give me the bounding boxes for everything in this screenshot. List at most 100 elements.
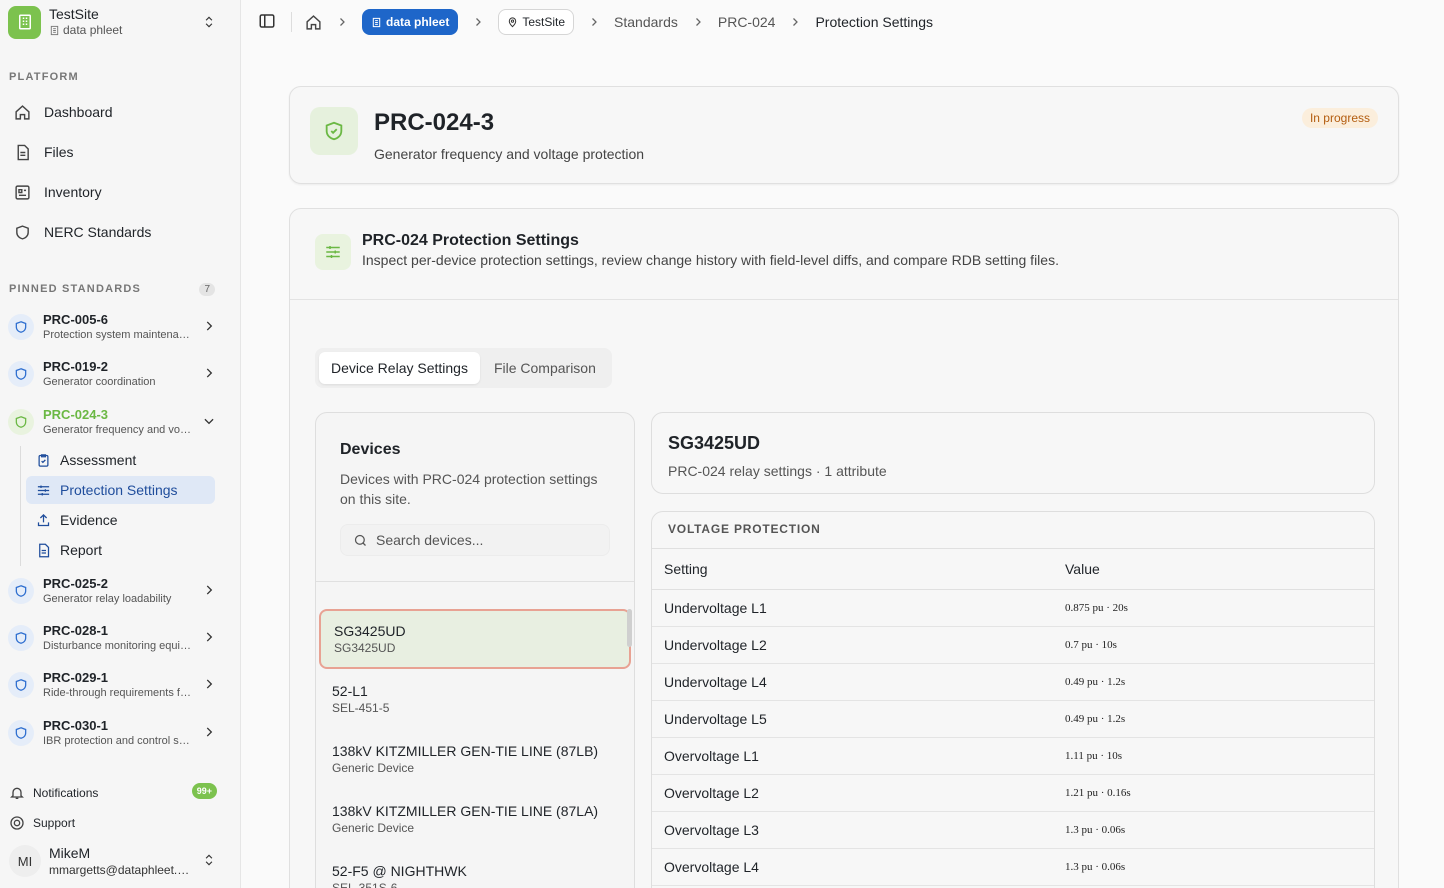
shield-icon (8, 672, 34, 698)
divider (291, 12, 292, 32)
setting-value: 0.875 pu · 20s (1065, 589, 1374, 627)
pinned-code: PRC-019-2 (43, 359, 109, 374)
chevron-right-icon[interactable] (202, 725, 216, 739)
breadcrumb: data phleet TestSite Standards PRC-024 P… (305, 8, 933, 36)
pinned-code: PRC-029-1 (43, 670, 109, 685)
pinned-prc-024-3[interactable]: PRC-024-3 Generator frequency and voltage… (8, 402, 220, 442)
shield-check-icon (8, 409, 34, 435)
sub-nav-protection-settings[interactable]: Protection Settings (26, 476, 215, 504)
table-row: Undervoltage L1 0.875 pu · 20s (652, 589, 1374, 627)
protection-settings-card: PRC-024 Protection Settings Inspect per-… (289, 208, 1399, 888)
chevron-right-icon[interactable] (202, 677, 216, 691)
file-icon (10, 140, 34, 164)
pinned-desc: Ride-through requirements for IBRs (43, 687, 193, 699)
top-bar: data phleet TestSite Standards PRC-024 P… (241, 0, 1444, 44)
breadcrumb-standard[interactable]: PRC-024 (718, 14, 776, 30)
nav-dashboard[interactable]: Dashboard (8, 96, 216, 128)
device-search (340, 524, 610, 556)
sub-nav-label: Assessment (60, 452, 137, 468)
pinned-prc-030-1[interactable]: PRC-030-1 IBR protection and control syst… (8, 713, 220, 753)
pinned-prc-025-2[interactable]: PRC-025-2 Generator relay loadability (8, 571, 220, 611)
table-header-row: Setting Value (652, 548, 1374, 590)
voltage-protection-label: VOLTAGE PROTECTION (668, 522, 821, 536)
device-item[interactable]: 138kV KITZMILLER GEN-TIE LINE (87LB) Gen… (319, 729, 631, 789)
document-icon (34, 541, 52, 559)
device-list-scrollbar[interactable] (627, 609, 632, 647)
shield-icon (10, 220, 34, 244)
site-name: TestSite (49, 6, 99, 22)
table-row: Overvoltage L2 1.21 pu · 0.16s (652, 774, 1374, 812)
setting-name: Undervoltage L5 (652, 700, 1065, 738)
nav-inventory[interactable]: Inventory (8, 176, 216, 208)
nav-files-label: Files (44, 144, 74, 160)
pinned-section-label: PINNED STANDARDS (9, 283, 142, 295)
notifications-count-badge: 99+ (191, 783, 217, 799)
chevron-right-icon[interactable] (202, 630, 216, 644)
sub-nav-report[interactable]: Report (26, 536, 215, 564)
chevron-right-icon[interactable] (202, 583, 216, 597)
chevron-right-icon (793, 18, 799, 26)
map-pin-icon (509, 16, 517, 27)
device-name: 52-F5 @ NIGHTHWK (332, 863, 467, 879)
pinned-count-badge: 7 (199, 283, 215, 296)
setting-value: 0.7 pu · 10s (1065, 626, 1374, 664)
breadcrumb-site[interactable]: TestSite (498, 9, 575, 35)
user-email: mmargetts@dataphleet.com (49, 862, 191, 877)
notifications-link[interactable]: Notifications 99+ (8, 780, 218, 806)
chevrons-up-down-icon (205, 16, 213, 28)
device-name: 52-L1 (332, 683, 368, 699)
nav-nerc-standards[interactable]: NERC Standards (8, 216, 216, 248)
sub-nav-guide (20, 446, 21, 566)
nav-inventory-label: Inventory (44, 184, 102, 200)
tab-device-relay-settings[interactable]: Device Relay Settings (319, 352, 480, 384)
nav-files[interactable]: Files (8, 136, 216, 168)
pinned-prc-028-1[interactable]: PRC-028-1 Disturbance monitoring equipmen… (8, 618, 220, 658)
search-icon (353, 533, 368, 548)
pinned-code: PRC-028-1 (43, 623, 109, 638)
inventory-icon (10, 180, 34, 204)
chevron-right-icon (592, 18, 597, 26)
pinned-prc-029-1[interactable]: PRC-029-1 Ride-through requirements for I… (8, 665, 220, 705)
home-icon[interactable] (305, 14, 322, 31)
platform-section-label: PLATFORM (9, 71, 79, 83)
shield-icon (8, 314, 34, 340)
setting-value: 0.49 pu · 1.2s (1065, 663, 1374, 701)
chevron-right-icon (476, 18, 482, 26)
support-link[interactable]: Support (8, 814, 218, 832)
chevron-right-icon[interactable] (202, 366, 216, 380)
breadcrumb-org[interactable]: data phleet (362, 9, 459, 35)
pinned-prc-019-2[interactable]: PRC-019-2 Generator coordination (8, 354, 220, 394)
user-menu[interactable]: MI MikeM mmargetts@dataphleet.com (0, 834, 240, 888)
pinned-prc-005-6[interactable]: PRC-005-6 Protection system maintenance a… (8, 307, 220, 347)
device-item[interactable]: 138kV KITZMILLER GEN-TIE LINE (87LA) Gen… (319, 789, 631, 849)
site-org: data phleet (63, 23, 123, 37)
sidebar-toggle-icon[interactable] (258, 12, 276, 30)
sub-nav-assessment[interactable]: Assessment (26, 446, 215, 474)
sliders-icon (34, 481, 52, 499)
chevron-down-icon[interactable] (202, 414, 216, 428)
pinned-code: PRC-024-3 (43, 407, 109, 422)
chevron-right-icon[interactable] (202, 319, 216, 333)
breadcrumb-org-label: data phleet (386, 15, 450, 29)
sub-nav-label: Evidence (60, 512, 118, 528)
pinned-desc: Disturbance monitoring equipment (43, 640, 193, 652)
pinned-code: PRC-005-6 (43, 312, 109, 327)
device-name: 138kV KITZMILLER GEN-TIE LINE (87LA) (332, 803, 599, 819)
table-row: Undervoltage L4 0.49 pu · 1.2s (652, 663, 1374, 701)
tab-file-comparison[interactable]: File Comparison (482, 352, 608, 384)
breadcrumb-standards[interactable]: Standards (614, 14, 678, 30)
site-switcher[interactable]: TestSite data phleet (8, 4, 228, 40)
devices-title: Devices (340, 441, 401, 458)
device-item[interactable]: 52-F5 @ NIGHTHWK SEL-351S-6 (319, 849, 631, 888)
search-input[interactable] (376, 532, 596, 548)
table-row: Overvoltage L3 1.3 pu · 0.06s (652, 811, 1374, 849)
user-name: MikeM (49, 844, 91, 861)
sub-nav-evidence[interactable]: Evidence (26, 506, 215, 534)
voltage-protection-card: VOLTAGE PROTECTION Setting Value Undervo… (651, 511, 1375, 888)
setting-name: Undervoltage L1 (652, 589, 1065, 627)
status-badge: In progress (1301, 108, 1378, 128)
device-item[interactable]: 52-L1 SEL-451-5 (319, 669, 631, 729)
device-item-sg3425ud[interactable]: SG3425UD SG3425UD (319, 609, 631, 669)
devices-description: Devices with PRC-024 protection settings… (340, 471, 598, 507)
table-row: Undervoltage L5 0.49 pu · 1.2s (652, 700, 1374, 738)
